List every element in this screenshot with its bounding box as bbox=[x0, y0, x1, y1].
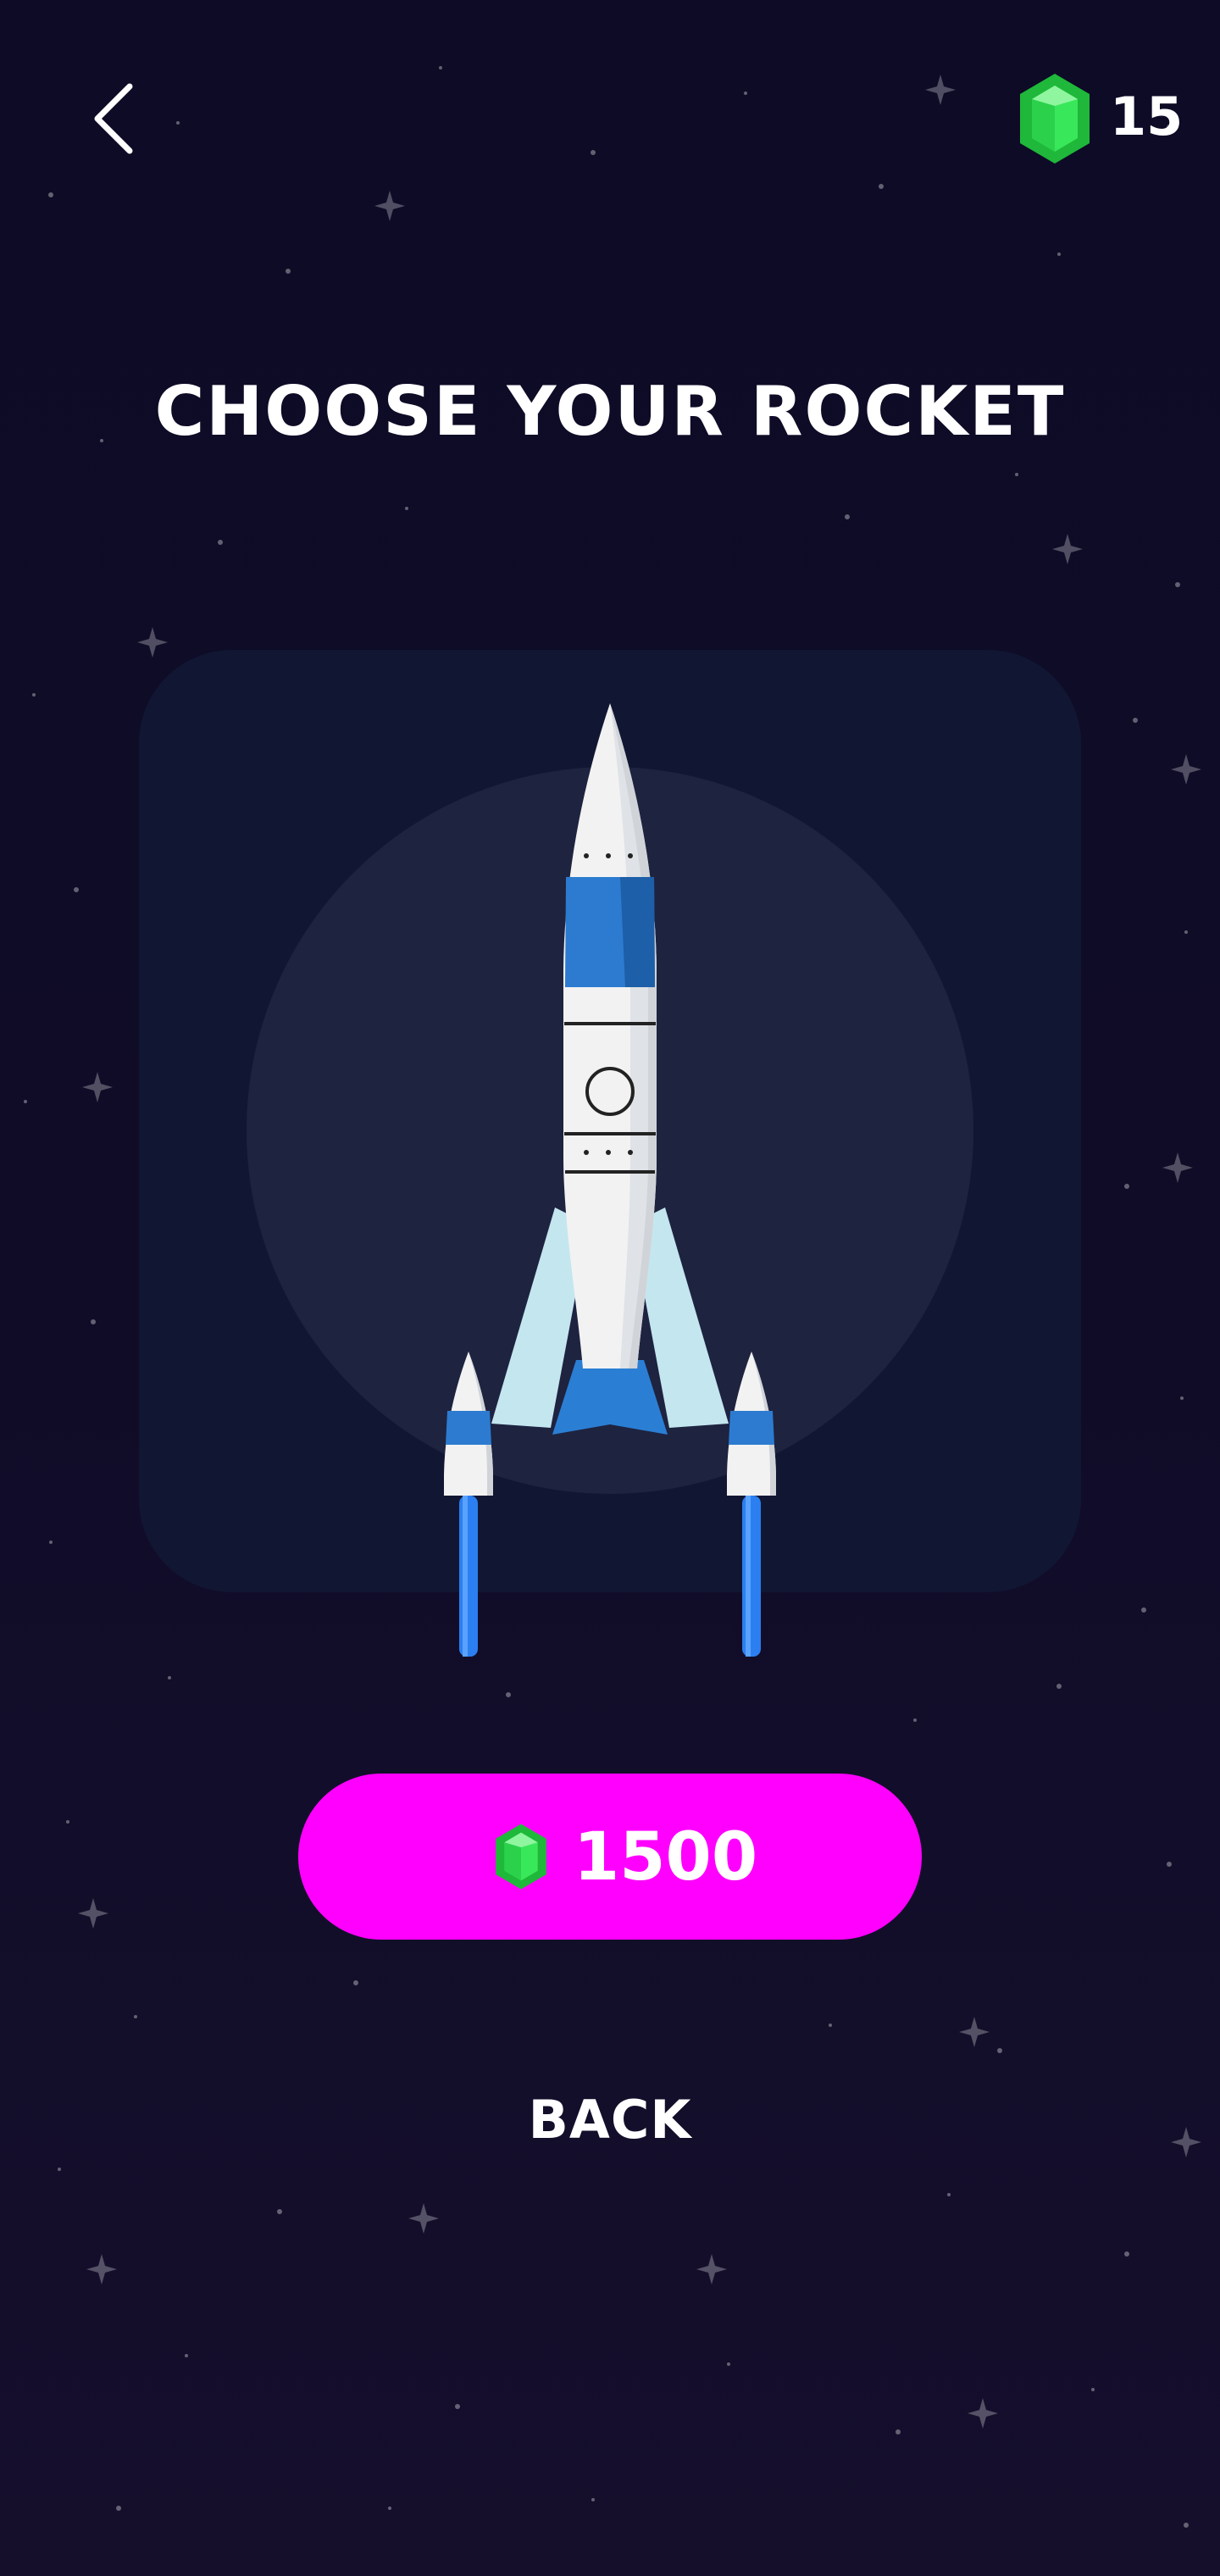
back-button[interactable]: BACK bbox=[483, 2090, 737, 2151]
page-title: CHOOSE YOUR ROCKET bbox=[154, 372, 1066, 451]
buy-rocket-button[interactable]: 1500 bbox=[298, 1774, 922, 1940]
gem-count: 15 bbox=[1110, 86, 1184, 147]
back-arrow-button[interactable] bbox=[80, 76, 148, 161]
green-gem-icon bbox=[496, 1824, 546, 1890]
rocket-nozzle bbox=[552, 1360, 668, 1435]
rocket-image bbox=[444, 703, 776, 1657]
gem-balance: 15 bbox=[1017, 72, 1183, 165]
chevron-left-icon bbox=[94, 83, 133, 154]
green-gem-icon bbox=[1020, 74, 1090, 164]
rocket-price: 1500 bbox=[574, 1819, 758, 1896]
rocket-left-booster bbox=[444, 1352, 493, 1657]
rocket-right-booster bbox=[727, 1352, 776, 1657]
